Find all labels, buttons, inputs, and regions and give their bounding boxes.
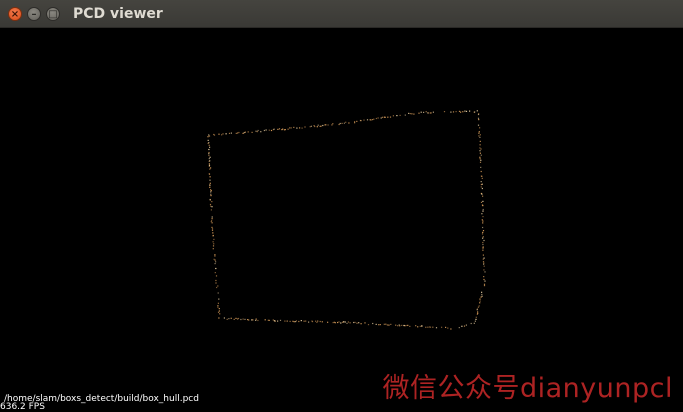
close-icon: × <box>10 9 20 20</box>
close-button[interactable]: × <box>8 7 22 21</box>
minimize-icon: – <box>31 9 37 20</box>
minimize-button[interactable]: – <box>27 7 41 21</box>
point-cloud-hull <box>207 110 486 330</box>
render-viewport[interactable]: /home/slam/boxs_detect/build/box_hull.pc… <box>0 28 683 412</box>
maximize-icon: □ <box>48 9 58 20</box>
watermark-text: 微信公众号dianyunpcl <box>382 373 673 404</box>
hull-points <box>207 110 486 330</box>
title-bar[interactable]: × – □ PCD viewer <box>0 0 683 28</box>
window-title: PCD viewer <box>73 6 163 22</box>
fps-counter: 636.2 FPS <box>0 402 45 412</box>
maximize-button[interactable]: □ <box>46 7 60 21</box>
pcd-viewer-window: × – □ PCD viewer /home/slam/boxs_detect/… <box>0 0 683 412</box>
